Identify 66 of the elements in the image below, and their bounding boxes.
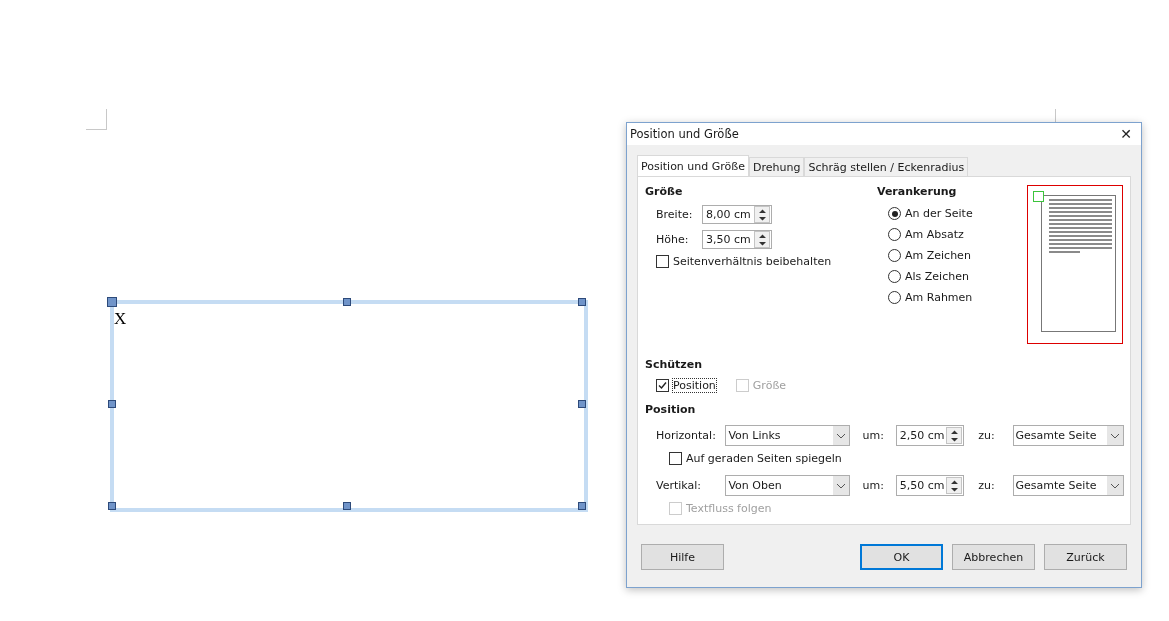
- close-button[interactable]: ✕: [1111, 123, 1141, 145]
- resize-handle[interactable]: [107, 297, 117, 307]
- spin-arrows-icon[interactable]: [946, 427, 963, 444]
- checkbox-label: Auf geraden Seiten spiegeln: [686, 452, 842, 465]
- spin-field[interactable]: 5,50 cm: [895, 475, 965, 496]
- field-label: zu:: [978, 479, 996, 492]
- spin-arrows-icon[interactable]: [946, 477, 963, 494]
- radio-label: Am Zeichen: [905, 249, 971, 262]
- section-heading: Verankerung: [877, 185, 958, 200]
- radio-button[interactable]: [888, 207, 901, 220]
- text-frame[interactable]: X: [110, 300, 588, 512]
- spin-arrows-icon[interactable]: [754, 231, 770, 248]
- spin-field[interactable]: 8,00 cm: [702, 205, 772, 224]
- resize-handle[interactable]: [578, 298, 586, 306]
- tab[interactable]: Schräg stellen / Eckenradius: [804, 157, 969, 176]
- resize-handle[interactable]: [578, 502, 586, 510]
- frame-text: X: [114, 310, 127, 327]
- section-heading: Größe: [645, 185, 684, 200]
- resize-handle[interactable]: [343, 502, 351, 510]
- tab[interactable]: Position und Größe: [637, 155, 749, 176]
- field-label: zu:: [978, 429, 996, 442]
- field-label: Horizontal:: [656, 429, 717, 442]
- radio-label: Am Absatz: [905, 228, 964, 241]
- radio-label: An der Seite: [905, 207, 973, 220]
- tab[interactable]: Drehung: [749, 157, 805, 176]
- chevron-down-icon[interactable]: [1107, 476, 1123, 495]
- radio-button[interactable]: [888, 270, 901, 283]
- resize-handle[interactable]: [108, 400, 116, 408]
- resize-handle[interactable]: [108, 502, 116, 510]
- chevron-down-icon[interactable]: [1107, 426, 1123, 445]
- radio-label: Als Zeichen: [905, 270, 969, 283]
- chevron-down-icon[interactable]: [832, 426, 849, 445]
- checkbox[interactable]: [656, 255, 669, 268]
- checkbox-label: Seitenverhältnis beibehalten: [673, 255, 832, 268]
- dialog-button[interactable]: Hilfe: [641, 544, 724, 570]
- dropdown[interactable]: Von Links: [725, 425, 850, 446]
- spin-field[interactable]: 3,50 cm: [702, 230, 772, 249]
- page-corner-mark: [86, 109, 107, 130]
- checkbox-label: Größe: [752, 379, 787, 392]
- dropdown[interactable]: Gesamte Seite: [1012, 425, 1124, 446]
- radio-button[interactable]: [888, 291, 901, 304]
- field-label: Höhe:: [656, 233, 690, 246]
- resize-handle[interactable]: [578, 400, 586, 408]
- checkbox-label: Position: [673, 379, 716, 392]
- section-heading: Position: [645, 403, 697, 418]
- dialog-button[interactable]: Zurück: [1044, 544, 1127, 570]
- dialog-button[interactable]: OK: [860, 544, 943, 570]
- checkbox[interactable]: [656, 379, 669, 392]
- radio-button[interactable]: [888, 249, 901, 262]
- chevron-down-icon[interactable]: [832, 476, 849, 495]
- dialog-button[interactable]: Abbrechen: [952, 544, 1035, 570]
- radio-button[interactable]: [888, 228, 901, 241]
- checkbox-label: Textfluss folgen: [686, 502, 772, 515]
- radio-label: Am Rahmen: [905, 291, 973, 304]
- checkbox[interactable]: [669, 452, 682, 465]
- dropdown[interactable]: Von Oben: [725, 475, 850, 496]
- field-label: um:: [862, 479, 885, 492]
- field-label: Vertikal:: [656, 479, 702, 492]
- spin-arrows-icon[interactable]: [754, 206, 770, 223]
- dropdown[interactable]: Gesamte Seite: [1012, 475, 1124, 496]
- window-title: Position und Größe: [630, 127, 739, 141]
- field-label: um:: [862, 429, 885, 442]
- spin-field[interactable]: 2,50 cm: [895, 425, 965, 446]
- field-label: Breite:: [656, 208, 694, 221]
- section-heading: Schützen: [645, 358, 704, 373]
- resize-handle[interactable]: [343, 298, 351, 306]
